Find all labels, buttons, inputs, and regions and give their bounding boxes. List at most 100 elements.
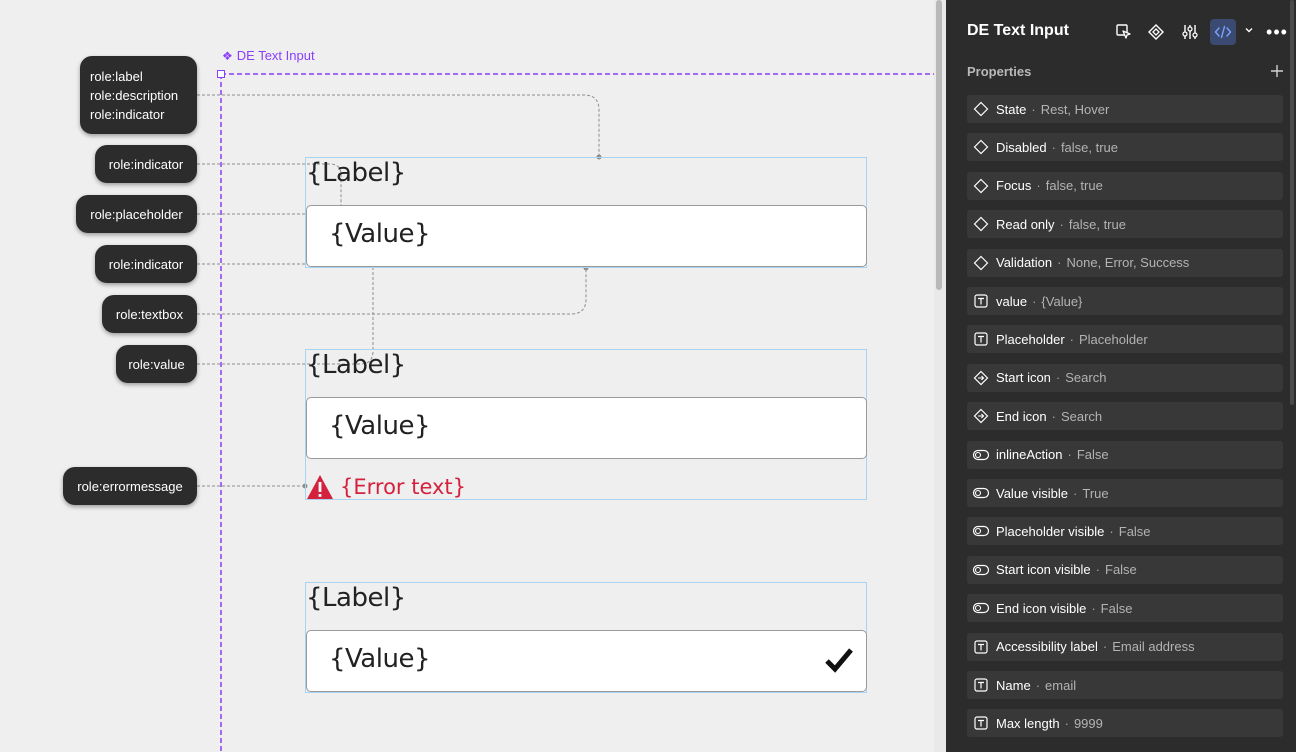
text-input-box[interactable]: {Value} <box>306 205 867 267</box>
property-name: Read only <box>996 216 1055 232</box>
property-value: 9999 <box>1073 715 1103 731</box>
canvas-scrollbar-thumb[interactable] <box>936 0 942 290</box>
role-label-text: role:label <box>90 68 143 84</box>
properties-panel: DE Text Input ••• Properties State · Res… <box>946 0 1296 752</box>
frame-title[interactable]: ❖ DE Text Input <box>222 48 315 63</box>
field-value: {Value} <box>329 644 430 674</box>
role-pill-placeholder[interactable]: role:placeholder <box>76 195 197 233</box>
text-property-icon <box>971 291 991 311</box>
property-name: Start icon <box>996 370 1051 386</box>
component-button[interactable] <box>1143 19 1169 45</box>
property-value: False <box>1105 562 1137 578</box>
error-message: {Error text} <box>306 474 466 500</box>
property-value: false, true <box>1068 216 1126 232</box>
property-row[interactable]: End icon · Search <box>967 402 1283 431</box>
select-layer-button[interactable] <box>1111 19 1137 45</box>
property-row[interactable]: Accessibility label · Email address <box>967 632 1283 661</box>
component-diamond-icon <box>1148 24 1164 40</box>
property-row[interactable]: Start icon · Search <box>967 363 1283 392</box>
component-icon: ❖ <box>222 48 233 63</box>
error-text: {Error text} <box>340 475 467 499</box>
role-pill-errormessage[interactable]: role:errormessage <box>63 467 197 505</box>
field-value: {Value} <box>329 411 430 441</box>
property-separator: · <box>1091 600 1096 616</box>
property-separator: · <box>1036 178 1041 194</box>
chevron-down-icon[interactable] <box>1244 25 1254 35</box>
property-value: True <box>1082 485 1109 501</box>
property-value: email <box>1045 677 1077 693</box>
property-row[interactable]: Read only · false, true <box>967 210 1283 239</box>
property-row[interactable]: Focus · false, true <box>967 171 1283 200</box>
add-property-button[interactable] <box>1266 60 1288 82</box>
property-separator: · <box>1109 523 1114 539</box>
property-value: Placeholder <box>1079 331 1148 347</box>
property-name: value <box>996 293 1028 309</box>
role-pill-indicator[interactable]: role:indicator <box>95 245 197 283</box>
property-separator: · <box>1102 639 1108 655</box>
property-separator: · <box>1069 331 1074 347</box>
adjust-button[interactable] <box>1177 19 1203 45</box>
property-row[interactable]: Max length · 9999 <box>967 709 1283 738</box>
boolean-toggle-icon <box>971 445 991 465</box>
role-text: role:errormessage <box>77 478 183 494</box>
property-row[interactable]: End icon visible · False <box>967 594 1283 623</box>
property-row[interactable]: Value visible · True <box>967 479 1283 507</box>
property-row[interactable]: Start icon visible · False <box>967 555 1283 584</box>
property-value: Search <box>1060 408 1103 424</box>
property-name: Name <box>996 677 1031 693</box>
design-canvas[interactable]: ❖ DE Text Input role:label role:descript… <box>0 0 946 752</box>
property-row[interactable]: inlineAction · False <box>967 440 1283 469</box>
field-value: {Value} <box>329 219 430 249</box>
role-pill-value[interactable]: role:value <box>116 345 197 383</box>
field-label: {Label} <box>306 158 406 188</box>
property-row[interactable]: Placeholder · Placeholder <box>967 325 1283 354</box>
checkmark-icon <box>825 648 853 673</box>
role-pill-textbox[interactable]: role:textbox <box>102 295 197 333</box>
property-row[interactable]: State · Rest, Hover <box>967 95 1283 123</box>
property-name: State <box>996 101 1027 117</box>
property-row[interactable]: Disabled · false, true <box>967 133 1283 162</box>
variant-icon <box>971 137 991 157</box>
property-separator: · <box>1031 101 1036 117</box>
text-input-box[interactable]: {Value} <box>306 397 867 459</box>
property-value: False <box>1118 523 1151 539</box>
property-name: Accessibility label <box>996 639 1098 655</box>
property-row[interactable]: Validation · None, Error, Success <box>967 248 1283 277</box>
boolean-toggle-icon <box>971 598 991 618</box>
role-text: role:placeholder <box>90 206 183 222</box>
dev-mode-button[interactable] <box>1210 19 1236 45</box>
variant-icon <box>971 214 991 234</box>
property-row[interactable]: Placeholder visible · False <box>967 517 1283 546</box>
property-row[interactable]: Name · email <box>967 671 1283 699</box>
property-name: Start icon visible <box>996 562 1091 578</box>
more-icon: ••• <box>1266 21 1288 42</box>
text-input-variant-error[interactable]: {Label} {Value} {Error text} <box>305 349 867 500</box>
property-value: Search <box>1065 370 1107 386</box>
cursor-select-icon <box>1116 24 1131 39</box>
selection-handle[interactable] <box>217 70 225 78</box>
property-separator: · <box>1035 677 1041 693</box>
property-value: {Value} <box>1041 293 1083 309</box>
property-name: Placeholder visible <box>996 523 1105 539</box>
text-input-box[interactable]: {Value} <box>306 630 867 692</box>
more-options-button[interactable]: ••• <box>1266 19 1288 45</box>
text-input-variant-success[interactable]: {Label} {Value} <box>305 582 867 693</box>
text-input-variant-rest[interactable]: {Label} {Value} <box>305 157 867 268</box>
role-description-text: role:description <box>90 87 179 103</box>
role-indicator-text: role:indicator <box>90 106 165 122</box>
property-separator: · <box>1051 139 1056 155</box>
sliders-icon <box>1182 25 1198 39</box>
role-pill-group[interactable]: role:label role:description role:indicat… <box>80 56 197 134</box>
property-separator: · <box>1032 293 1037 309</box>
text-property-icon <box>971 675 991 695</box>
role-pill-indicator[interactable]: role:indicator <box>95 145 197 183</box>
property-name: Validation <box>996 255 1053 271</box>
variant-icon <box>971 253 991 273</box>
property-separator: · <box>1055 370 1061 386</box>
boolean-toggle-icon <box>971 483 991 503</box>
instance-swap-icon <box>971 368 991 388</box>
property-value: None, Error, Success <box>1066 255 1190 271</box>
panel-scrollbar[interactable] <box>1290 0 1294 405</box>
property-row[interactable]: value · {Value} <box>967 287 1283 315</box>
text-property-icon <box>971 713 991 733</box>
